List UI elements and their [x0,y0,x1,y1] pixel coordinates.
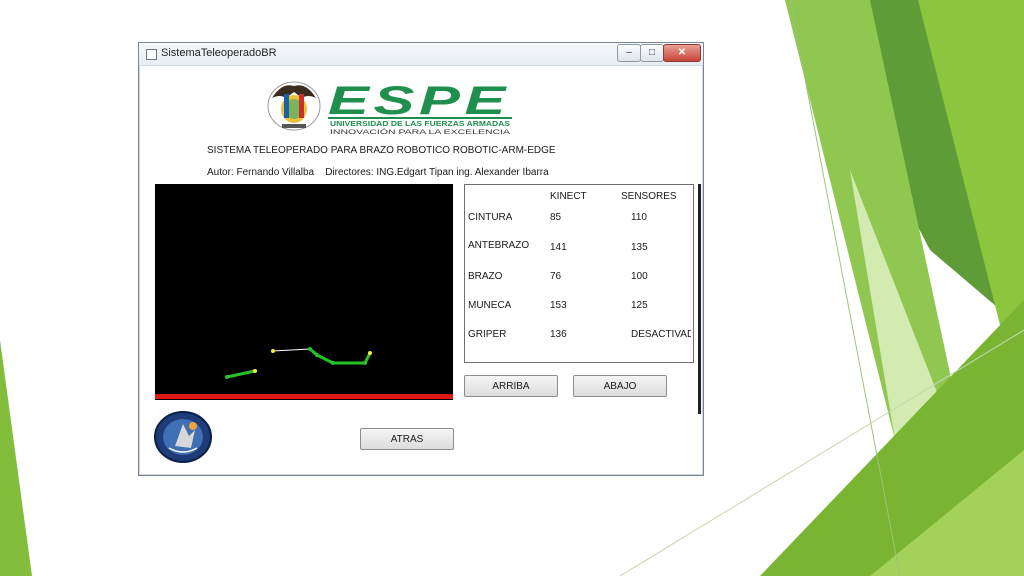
arriba-button[interactable]: ARRIBA [464,375,558,397]
title-bar[interactable]: SistemaTeleoperadoBR – □ ✕ [139,43,703,66]
app-window-icon [146,49,157,60]
atras-button[interactable]: ATRAS [360,428,454,450]
row-label: CINTURA [468,212,513,223]
logo-subtitle: UNIVERSIDAD DE LAS FUERZAS ARMADAS [330,121,510,128]
skeleton-bone [316,353,334,365]
row-label: ANTEBRAZO [468,240,530,251]
logo-wordmark: ESPE [328,79,510,123]
sensor-value: 110 [631,212,647,223]
authors-line: Autor: Fernando Villalba Directores: ING… [207,167,549,178]
kinect-value: 153 [550,300,567,311]
sensor-value: DESACTIVADO [631,329,691,340]
skeleton-joint [315,353,319,357]
kinect-skeleton-canvas[interactable] [155,184,453,400]
bg-triangle-left [0,340,32,576]
joint-values-table: KINECT SENSORES CINTURA 85 110 ANTEBRAZO… [464,184,694,363]
right-edge-scrollbar[interactable] [698,184,701,414]
app-window: SistemaTeleoperadoBR – □ ✕ ESPE UNIVERSI… [138,42,704,476]
column-header-sensores: SENSORES [621,191,677,202]
skeleton-joint [271,349,275,353]
abajo-button[interactable]: ABAJO [573,375,667,397]
kinect-value: 141 [550,242,567,253]
skeleton-bone [226,369,256,379]
skeleton-bone [272,348,311,352]
row-label: MUÑECA [468,300,512,311]
skeleton-joint [308,347,312,351]
system-title: SISTEMA TELEOPERADO PARA BRAZO ROBOTICO … [207,145,556,156]
row-label: BRAZO [468,271,503,282]
sensor-value: 135 [631,242,648,253]
canvas-red-bar [155,394,453,399]
row-label: GRIPER [468,329,507,340]
skeleton-joint [368,351,372,355]
sensor-value: 125 [631,300,648,311]
skeleton-joint [253,369,257,373]
skeleton-joint [363,361,367,365]
sensor-value: 100 [631,271,648,282]
logo-tagline: INNOVACIÓN PARA LA EXCELENCIA [330,129,510,136]
kinect-value: 76 [550,271,562,282]
minimize-button[interactable]: – [617,44,641,62]
column-header-kinect: KINECT [550,191,587,202]
skeleton-joint [331,361,335,365]
espe-logo: ESPE UNIVERSIDAD DE LAS FUERZAS ARMADAS … [262,76,514,136]
maximize-button[interactable]: □ [640,44,664,62]
skeleton-joint [225,375,229,379]
close-button[interactable]: ✕ [663,44,701,62]
kinect-value: 136 [550,329,567,340]
window-title: SistemaTeleoperadoBR [161,47,277,59]
coat-of-arms-icon [267,81,321,131]
department-emblem-icon [153,410,213,464]
kinect-value: 85 [550,212,562,223]
